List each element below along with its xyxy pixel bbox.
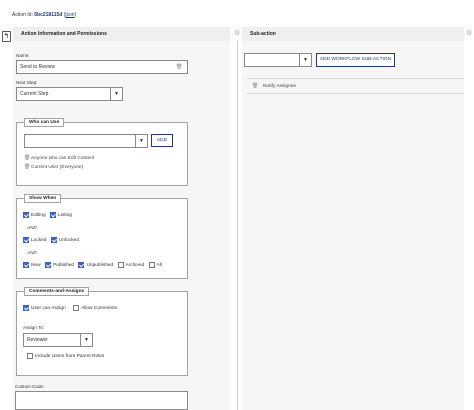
checkbox-icon[interactable] — [148, 262, 155, 268]
json-link[interactable]: json — [65, 12, 74, 18]
action-id-line: Action Id: 6bc218115d (json) — [12, 12, 77, 18]
assign-to-label: Assign To: — [23, 325, 45, 330]
checkbox-icon[interactable] — [27, 353, 33, 359]
clear-icon[interactable]: 🗑 — [176, 61, 183, 74]
next-step-value: Current Step — [20, 91, 49, 97]
action-id-value: 6bc218115d — [34, 12, 63, 18]
list-item: 🗑Current User (Everyone) — [24, 164, 84, 170]
list-item: 🗑 Notify Assignee — [252, 83, 297, 89]
back-arrow-icon: ↰ — [3, 33, 10, 40]
comments-row: User can Assign Allow Comments — [23, 305, 120, 313]
chevron-down-icon: ▼ — [110, 88, 122, 100]
who-can-use-fieldset — [16, 122, 188, 186]
include-users-checkbox[interactable]: Include Users from Parent Roles — [27, 353, 104, 359]
checkbox-icon[interactable] — [117, 262, 124, 268]
archived-checkbox[interactable]: Archived — [117, 262, 144, 268]
who-can-use-legend: Who can Use — [24, 118, 65, 127]
checkbox-icon[interactable] — [23, 237, 29, 243]
trash-icon[interactable]: 🗑 — [252, 83, 263, 89]
user-can-assign-checkbox[interactable]: User can Assign — [23, 305, 66, 311]
and-separator: AND — [27, 225, 37, 230]
include-users-row: Include Users from Parent Roles — [27, 353, 107, 361]
trash-icon[interactable]: 🗑 — [24, 164, 31, 170]
unpublished-checkbox[interactable]: Unpublished — [78, 262, 113, 268]
add-permission-button[interactable]: ADD — [151, 134, 173, 147]
custom-code-textarea[interactable] — [15, 391, 188, 410]
chevron-down-icon: ▼ — [135, 135, 147, 147]
checkbox-icon[interactable] — [23, 262, 29, 268]
assign-to-value: Reviewer — [27, 337, 48, 343]
comments-legend: Comments-and-Assigns — [24, 287, 90, 296]
show-when-row-2: Locked Unlocked — [23, 237, 82, 245]
back-button[interactable]: ↰ — [2, 31, 11, 42]
show-when-legend: Show When — [24, 194, 62, 203]
name-label: Name: — [16, 53, 30, 58]
chevron-down-icon: ▼ — [80, 334, 92, 346]
left-panel-header: Action Information and Permissions — [13, 27, 230, 41]
editing-checkbox[interactable]: Editing — [23, 212, 46, 218]
gear-icon[interactable]: ⚙ — [466, 29, 472, 37]
divider — [247, 93, 464, 94]
assign-to-select[interactable]: Reviewer ▼ — [23, 333, 93, 347]
panel-divider — [237, 41, 238, 410]
trash-icon[interactable]: 🗑 — [24, 155, 31, 161]
checkbox-icon[interactable] — [23, 305, 29, 311]
chevron-down-icon: ▼ — [299, 54, 311, 66]
locked-checkbox[interactable]: Locked — [23, 237, 46, 243]
gear-icon[interactable]: ⚙ — [234, 29, 240, 37]
new-checkbox[interactable]: New — [23, 262, 41, 268]
checkbox-icon[interactable] — [50, 237, 57, 243]
who-can-use-select[interactable]: ▼ — [24, 134, 148, 148]
left-panel-title: Action Information and Permissions — [21, 31, 107, 37]
listing-checkbox[interactable]: Listing — [50, 212, 72, 218]
checkbox-icon[interactable] — [73, 305, 80, 311]
unlocked-checkbox[interactable]: Unlocked — [50, 237, 79, 243]
name-input[interactable]: Send to Review 🗑 — [16, 60, 188, 74]
checkbox-icon[interactable] — [23, 212, 29, 218]
all-checkbox[interactable]: All — [148, 262, 162, 268]
show-when-row-1: Editing Listing — [23, 212, 75, 220]
next-step-select[interactable]: Current Step ▼ — [16, 87, 123, 101]
divider — [247, 78, 464, 79]
checkbox-icon[interactable] — [50, 212, 57, 218]
list-item: 🗑Anyone who can Edit Content — [24, 155, 95, 161]
published-checkbox[interactable]: Published — [45, 262, 74, 268]
show-when-row-3: New Published Unpublished Archived All — [23, 262, 165, 270]
right-panel-title: Sub-action — [250, 31, 276, 37]
checkbox-icon[interactable] — [78, 262, 85, 268]
checkbox-icon[interactable] — [45, 262, 51, 268]
action-id-label: Action Id: — [12, 12, 33, 18]
allow-comments-checkbox[interactable]: Allow Comments — [73, 305, 117, 311]
right-panel — [242, 41, 464, 410]
sub-action-select[interactable]: ▼ — [244, 53, 312, 67]
add-sub-action-button[interactable]: ADD WORKFLOW SUB-ACTION — [316, 53, 395, 67]
next-step-label: Next Step: — [16, 80, 38, 85]
right-panel-header: Sub-action — [242, 27, 464, 41]
name-value: Send to Review — [20, 64, 56, 70]
custom-code-label: Custom Code: — [15, 384, 45, 389]
and-separator: AND — [27, 250, 37, 255]
